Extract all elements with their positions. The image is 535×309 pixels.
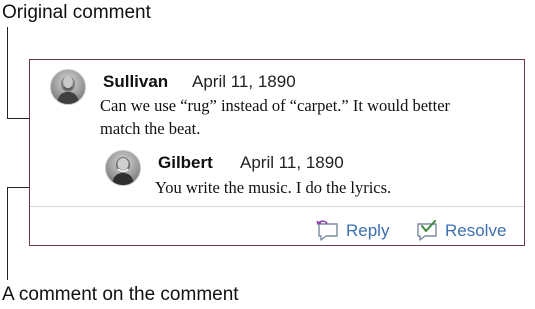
comment-reply-icon [316,220,340,242]
comment-text-reply: You write the music. I do the lyrics. [155,178,392,197]
comment-text-original-line2: match the beat. [100,119,201,138]
comment-text-original-line1: Can we use “rug” instead of “carpet.” It… [100,96,451,115]
comment-author-sullivan: Sullivan [103,72,169,91]
actions-divider [30,206,524,207]
reply-button[interactable]: Reply [316,220,389,242]
callout-leader-reply-vertical [7,187,8,280]
comment-resolve-icon [415,220,439,242]
reply-button-label: Reply [346,221,390,240]
avatar-gilbert [105,150,141,186]
callout-leader-original-vertical [7,27,8,119]
callout-label-reply-comment: A comment on the comment [2,284,239,305]
avatar-sullivan [50,69,86,105]
comment-thread-panel[interactable]: Sullivan April 11, 1890 Can we use “rug”… [29,59,525,246]
comment-date-reply: April 11, 1890 [240,153,344,172]
resolve-button[interactable]: Resolve [415,220,506,242]
callout-label-original-comment: Original comment [2,2,151,23]
comment-date-original: April 11, 1890 [192,72,296,91]
comment-author-gilbert: Gilbert [158,153,213,172]
portrait-icon [57,76,79,104]
portrait-icon [112,157,134,185]
resolve-button-label: Resolve [445,221,507,240]
